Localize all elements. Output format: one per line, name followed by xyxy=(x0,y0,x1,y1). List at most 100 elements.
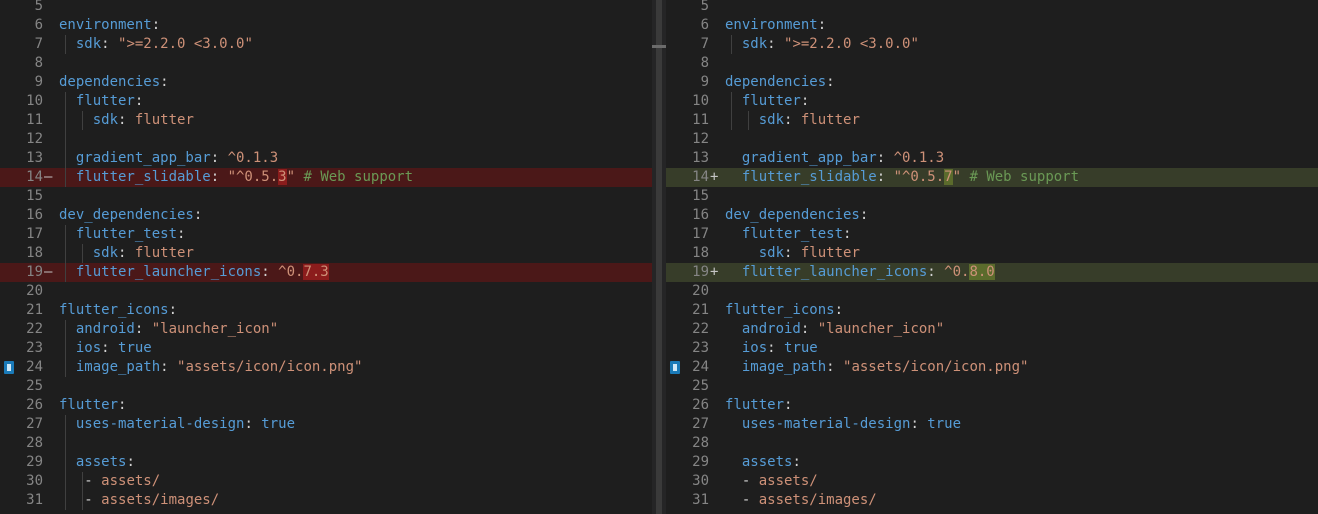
diff-line-added[interactable]: 14 + flutter_slidable: "^0.5.7" # Web sup… xyxy=(666,168,1318,187)
line-gutter[interactable]: 13 xyxy=(666,149,722,168)
line-gutter[interactable]: 18 xyxy=(666,244,722,263)
line-gutter[interactable]: 24 xyxy=(666,358,722,377)
bookmark-icon[interactable] xyxy=(670,361,680,374)
line-gutter[interactable]: 5 xyxy=(0,0,56,16)
code-line[interactable]: 26 flutter: xyxy=(0,396,652,415)
code-line[interactable]: 30 - assets/ xyxy=(0,472,652,491)
line-gutter[interactable]: 18 xyxy=(0,244,56,263)
code-line[interactable]: 27 uses-material-design: true xyxy=(666,415,1318,434)
code-line[interactable]: 23 ios: true xyxy=(0,339,652,358)
code-line[interactable]: 24 image_path: "assets/icon/icon.png" xyxy=(666,358,1318,377)
diff-pane-modified[interactable]: 5 6 environment: 7 sdk: ">=2.2.0 <3.0.0" 8 9 d… xyxy=(666,0,1318,514)
line-gutter[interactable]: 7 xyxy=(666,35,722,54)
line-gutter[interactable]: 8 xyxy=(666,54,722,73)
line-gutter[interactable]: 7 xyxy=(0,35,56,54)
code-line[interactable]: 9 dependencies: xyxy=(666,73,1318,92)
code-line[interactable]: 6 environment: xyxy=(0,16,652,35)
line-gutter[interactable]: 12 xyxy=(666,130,722,149)
line-gutter[interactable]: 19— xyxy=(0,263,56,282)
code-line[interactable]: 26 flutter: xyxy=(666,396,1318,415)
line-gutter[interactable]: 6 xyxy=(0,16,56,35)
line-gutter[interactable]: 29 xyxy=(666,453,722,472)
code-line[interactable]: 9 dependencies: xyxy=(0,73,652,92)
line-gutter[interactable]: 25 xyxy=(666,377,722,396)
code-line[interactable]: 8 xyxy=(666,54,1318,73)
bookmark-icon[interactable] xyxy=(4,361,14,374)
line-gutter[interactable]: 15 xyxy=(0,187,56,206)
line-gutter[interactable]: 13 xyxy=(0,149,56,168)
line-gutter[interactable]: 30 xyxy=(666,472,722,491)
code-line[interactable]: 29 assets: xyxy=(0,453,652,472)
line-gutter[interactable]: 21 xyxy=(0,301,56,320)
line-gutter[interactable]: 10 xyxy=(666,92,722,111)
code-line[interactable]: 7 sdk: ">=2.2.0 <3.0.0" xyxy=(666,35,1318,54)
code-line[interactable]: 8 xyxy=(0,54,652,73)
line-gutter[interactable]: 30 xyxy=(0,472,56,491)
line-gutter[interactable]: 17 xyxy=(0,225,56,244)
line-gutter[interactable]: 9 xyxy=(0,73,56,92)
line-gutter[interactable]: 28 xyxy=(666,434,722,453)
diff-line-removed[interactable]: 19— flutter_launcher_icons: ^0.7.3 xyxy=(0,263,652,282)
line-gutter[interactable]: 23 xyxy=(0,339,56,358)
code-line[interactable]: 29 assets: xyxy=(666,453,1318,472)
code-line[interactable]: 7 sdk: ">=2.2.0 <3.0.0" xyxy=(0,35,652,54)
line-gutter[interactable]: 23 xyxy=(666,339,722,358)
code-line[interactable]: 5 xyxy=(0,0,652,16)
line-gutter[interactable]: 20 xyxy=(0,282,56,301)
code-line[interactable]: 25 xyxy=(0,377,652,396)
diff-line-removed[interactable]: 14— flutter_slidable: "^0.5.3" # Web sup… xyxy=(0,168,652,187)
line-gutter[interactable]: 14 + xyxy=(666,168,722,187)
code-line[interactable]: 28 xyxy=(666,434,1318,453)
line-gutter[interactable]: 17 xyxy=(666,225,722,244)
code-line[interactable]: 18 sdk: flutter xyxy=(666,244,1318,263)
line-gutter[interactable]: 16 xyxy=(0,206,56,225)
code-line[interactable]: 6 environment: xyxy=(666,16,1318,35)
diff-pane-original[interactable]: 5 6 environment: 7 sdk: ">=2.2.0 <3.0.0" 8 9 d… xyxy=(0,0,652,514)
code-line[interactable]: 17 flutter_test: xyxy=(0,225,652,244)
code-line[interactable]: 16 dev_dependencies: xyxy=(0,206,652,225)
line-gutter[interactable]: 16 xyxy=(666,206,722,225)
code-line[interactable]: 20 xyxy=(0,282,652,301)
line-gutter[interactable]: 5 xyxy=(666,0,722,16)
line-gutter[interactable]: 20 xyxy=(666,282,722,301)
line-gutter[interactable]: 10 xyxy=(0,92,56,111)
code-line[interactable]: 27 uses-material-design: true xyxy=(0,415,652,434)
line-gutter[interactable]: 24 xyxy=(0,358,56,377)
line-gutter[interactable]: 29 xyxy=(0,453,56,472)
line-gutter[interactable]: 31 xyxy=(0,491,56,510)
code-line[interactable]: 20 xyxy=(666,282,1318,301)
code-line[interactable]: 17 flutter_test: xyxy=(666,225,1318,244)
line-gutter[interactable]: 22 xyxy=(0,320,56,339)
code-line[interactable]: 24 image_path: "assets/icon/icon.png" xyxy=(0,358,652,377)
code-line[interactable]: 15 xyxy=(0,187,652,206)
line-gutter[interactable]: 19 + xyxy=(666,263,722,282)
line-gutter[interactable]: 27 xyxy=(666,415,722,434)
code-line[interactable]: 15 xyxy=(666,187,1318,206)
line-gutter[interactable]: 6 xyxy=(666,16,722,35)
diff-line-added[interactable]: 19 + flutter_launcher_icons: ^0.8.0 xyxy=(666,263,1318,282)
code-line[interactable]: 31 - assets/images/ xyxy=(666,491,1318,510)
line-gutter[interactable]: 27 xyxy=(0,415,56,434)
line-gutter[interactable]: 9 xyxy=(666,73,722,92)
code-line[interactable]: 16 dev_dependencies: xyxy=(666,206,1318,225)
diff-splitter[interactable] xyxy=(652,0,666,514)
line-gutter[interactable]: 11 xyxy=(666,111,722,130)
line-gutter[interactable]: 22 xyxy=(666,320,722,339)
code-line[interactable]: 11 sdk: flutter xyxy=(0,111,652,130)
code-line[interactable]: 23 ios: true xyxy=(666,339,1318,358)
line-gutter[interactable]: 15 xyxy=(666,187,722,206)
line-gutter[interactable]: 8 xyxy=(0,54,56,73)
line-gutter[interactable]: 31 xyxy=(666,491,722,510)
line-gutter[interactable]: 28 xyxy=(0,434,56,453)
line-gutter[interactable]: 11 xyxy=(0,111,56,130)
line-gutter[interactable]: 12 xyxy=(0,130,56,149)
line-gutter[interactable]: 26 xyxy=(0,396,56,415)
code-line[interactable]: 13 gradient_app_bar: ^0.1.3 xyxy=(666,149,1318,168)
line-gutter[interactable]: 26 xyxy=(666,396,722,415)
code-line[interactable]: 25 xyxy=(666,377,1318,396)
code-line[interactable]: 18 sdk: flutter xyxy=(0,244,652,263)
code-line[interactable]: 12 xyxy=(666,130,1318,149)
code-line[interactable]: 21 flutter_icons: xyxy=(0,301,652,320)
code-line[interactable]: 10 flutter: xyxy=(0,92,652,111)
code-line[interactable]: 31 - assets/images/ xyxy=(0,491,652,510)
